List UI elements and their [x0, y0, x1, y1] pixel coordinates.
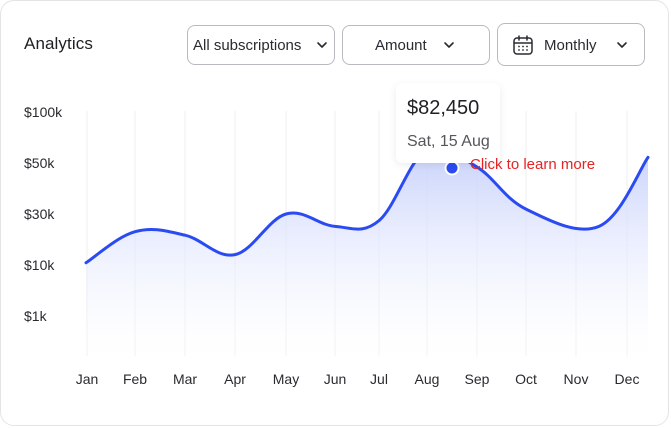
- tooltip-value: $82,450: [407, 97, 480, 119]
- analytics-card: Analytics All subscriptions Amount Month…: [0, 0, 669, 426]
- highlight-point[interactable]: [444, 160, 460, 176]
- chart-plot: [84, 111, 650, 359]
- learn-more-link[interactable]: Click to learn more: [470, 156, 595, 173]
- chart-tooltip: $82,450 Sat, 15 Aug: [396, 83, 500, 163]
- series-area: [86, 146, 648, 359]
- tooltip-date: Sat, 15 Aug: [407, 133, 490, 150]
